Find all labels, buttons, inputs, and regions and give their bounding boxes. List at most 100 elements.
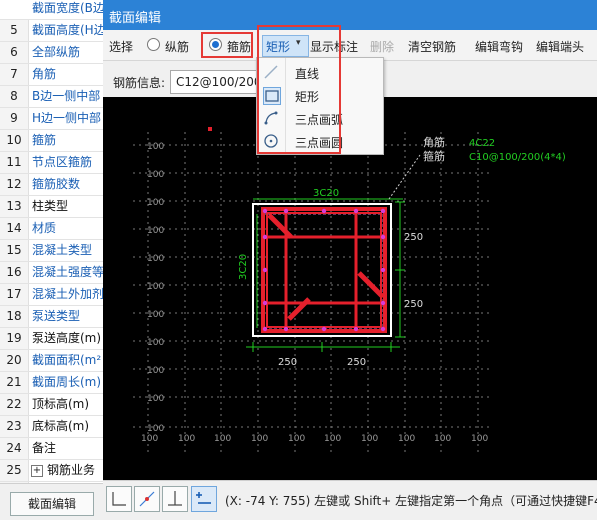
rebar-info-input[interactable]: C12@100/200 — [170, 70, 263, 94]
highlight-stirrup-radio — [201, 32, 253, 58]
highlight-shape-menu — [257, 25, 341, 154]
dimension-grid — [133, 132, 493, 455]
dialog-title: 截面编辑 — [109, 11, 162, 26]
grid-label: 100 — [288, 434, 305, 444]
property-row[interactable]: 8 B边一侧中部 — [0, 86, 103, 108]
rebar-node — [380, 300, 386, 306]
property-row-label: 材质 — [32, 221, 57, 235]
property-row[interactable]: 截面宽度(B边 — [0, 0, 103, 20]
clear-rebar-button[interactable]: 清空钢筋 — [408, 38, 456, 55]
stirrup-bar-label: 箍筋 — [423, 149, 445, 163]
section-edit-tab[interactable]: 截面编辑 — [10, 492, 94, 516]
property-row[interactable]: 24 备注 — [0, 438, 103, 460]
delete-button[interactable]: 删除 — [370, 38, 394, 55]
property-row-label: 截面宽度(B边 — [32, 1, 103, 15]
property-row[interactable]: 16 混凝土强度等 — [0, 262, 103, 284]
property-row-label: 混凝土类型 — [32, 243, 93, 257]
property-row-label: 底标高(m) — [32, 419, 90, 433]
stirrup-spec: C10@100/200(4*4) — [469, 152, 566, 163]
snap-line-button[interactable] — [134, 486, 160, 512]
property-row-number: 8 — [0, 86, 29, 107]
property-list: 截面宽度(B边 5 截面高度(H边 6 全部纵筋 7 角筋 8 B边一侧中部 9 H边一侧中部 10 箍… — [0, 0, 103, 504]
status-text: (X: -74 Y: 755) 左键或 Shift+ 左键指定第一个角点（可通过… — [225, 494, 597, 508]
rebar-node — [262, 208, 268, 214]
select-button[interactable]: 选择 — [109, 38, 133, 55]
left-bottom-bar: 截面编辑 — [0, 483, 103, 520]
grid-label: 100 — [147, 310, 164, 320]
property-row-label: 箍筋 — [32, 133, 57, 147]
property-row-label: 箍筋胶数 — [32, 177, 81, 191]
property-row[interactable]: 9 H边一侧中部 — [0, 108, 103, 130]
property-row-number: 25 — [0, 460, 29, 481]
grid-label: 100 — [147, 170, 164, 180]
property-row[interactable]: 15 混凝土类型 — [0, 240, 103, 262]
grid-label: 100 — [361, 434, 378, 444]
property-row-label: 备注 — [32, 441, 57, 455]
property-row-number: 15 — [0, 240, 29, 261]
property-row[interactable]: 18 泵送类型 — [0, 306, 103, 328]
grid-label: 100 — [147, 338, 164, 348]
property-list-pane: 截面宽度(B边 5 截面高度(H边 6 全部纵筋 7 角筋 8 B边一侧中部 9 H边一侧中部 10 箍… — [0, 0, 104, 520]
dim-right-top: 250 — [404, 232, 423, 243]
property-row-number: 11 — [0, 152, 29, 173]
rebar-node — [262, 267, 268, 273]
rebar-node — [321, 326, 327, 332]
snap-perpendicular-button[interactable] — [162, 486, 188, 512]
property-row-label: 混凝土外加剂 — [32, 287, 103, 301]
rebar-node — [380, 326, 386, 332]
property-row[interactable]: 6 全部纵筋 — [0, 42, 103, 64]
rebar-node — [353, 326, 359, 332]
grid-label: 100 — [147, 282, 164, 292]
property-row-number: 13 — [0, 196, 29, 217]
property-row-number: 24 — [0, 438, 29, 459]
rebar-node — [380, 267, 386, 273]
property-row-number: 5 — [0, 20, 29, 41]
property-row-label: 节点区箍筋 — [32, 155, 93, 169]
property-row-number: 19 — [0, 328, 29, 349]
rebar-node — [353, 208, 359, 214]
dynamic-input-button[interactable] — [191, 486, 217, 512]
property-row[interactable]: 7 角筋 — [0, 64, 103, 86]
longitudinal-label[interactable]: 纵筋 — [165, 38, 189, 55]
grid-label: 100 — [434, 434, 451, 444]
longitudinal-radio[interactable] — [147, 38, 160, 51]
corner-spec: 4C22 — [469, 138, 495, 149]
hook-top-left — [267, 213, 293, 239]
property-row-number: 9 — [0, 108, 29, 129]
property-row-label: 全部纵筋 — [32, 45, 81, 59]
property-row[interactable]: 21 截面周长(m) — [0, 372, 103, 394]
rebar-node — [321, 208, 327, 214]
property-row[interactable]: 22 顶标高(m) — [0, 394, 103, 416]
grid-label: 100 — [324, 434, 341, 444]
property-row-number: 12 — [0, 174, 29, 195]
property-row[interactable]: 14 材质 — [0, 218, 103, 240]
dialog-title-bar[interactable]: 截面编辑 — [103, 0, 597, 30]
edit-hook-button[interactable]: 编辑弯钩 — [475, 38, 523, 55]
grid-label: 100 — [147, 226, 164, 236]
grid-label: 100 — [178, 434, 195, 444]
property-row[interactable]: 20 截面面积(m² — [0, 350, 103, 372]
property-row[interactable]: 11 节点区箍筋 — [0, 152, 103, 174]
expand-plus-icon[interactable]: + — [31, 464, 43, 477]
property-row[interactable]: 12 箍筋胶数 — [0, 174, 103, 196]
ortho-mode-button[interactable] — [106, 486, 132, 512]
grid-label: 100 — [147, 394, 164, 404]
edit-end-button[interactable]: 编辑端头 — [536, 38, 584, 55]
property-row-number: 21 — [0, 372, 29, 393]
property-row[interactable]: 13 柱类型 — [0, 196, 103, 218]
property-row-label: 泵送类型 — [32, 309, 81, 323]
corner-bar-label: 角筋 — [423, 135, 445, 149]
property-row-label: 角筋 — [32, 67, 57, 81]
top-bar-spec: 3C20 — [313, 188, 339, 199]
dim-right-bottom: 250 — [404, 299, 423, 310]
property-row[interactable]: 17 混凝土外加剂 — [0, 284, 103, 306]
dim-bottom-left: 250 — [278, 357, 297, 368]
property-row[interactable]: 10 箍筋 — [0, 130, 103, 152]
property-row[interactable]: 23 底标高(m) — [0, 416, 103, 438]
property-row[interactable]: 5 截面高度(H边 — [0, 20, 103, 42]
grid-label: 100 — [251, 434, 268, 444]
property-row-number: 16 — [0, 262, 29, 283]
property-row-number: 17 — [0, 284, 29, 305]
property-row[interactable]: 19 泵送高度(m) — [0, 328, 103, 350]
property-row[interactable]: 25 + 钢筋业务 — [0, 460, 103, 482]
